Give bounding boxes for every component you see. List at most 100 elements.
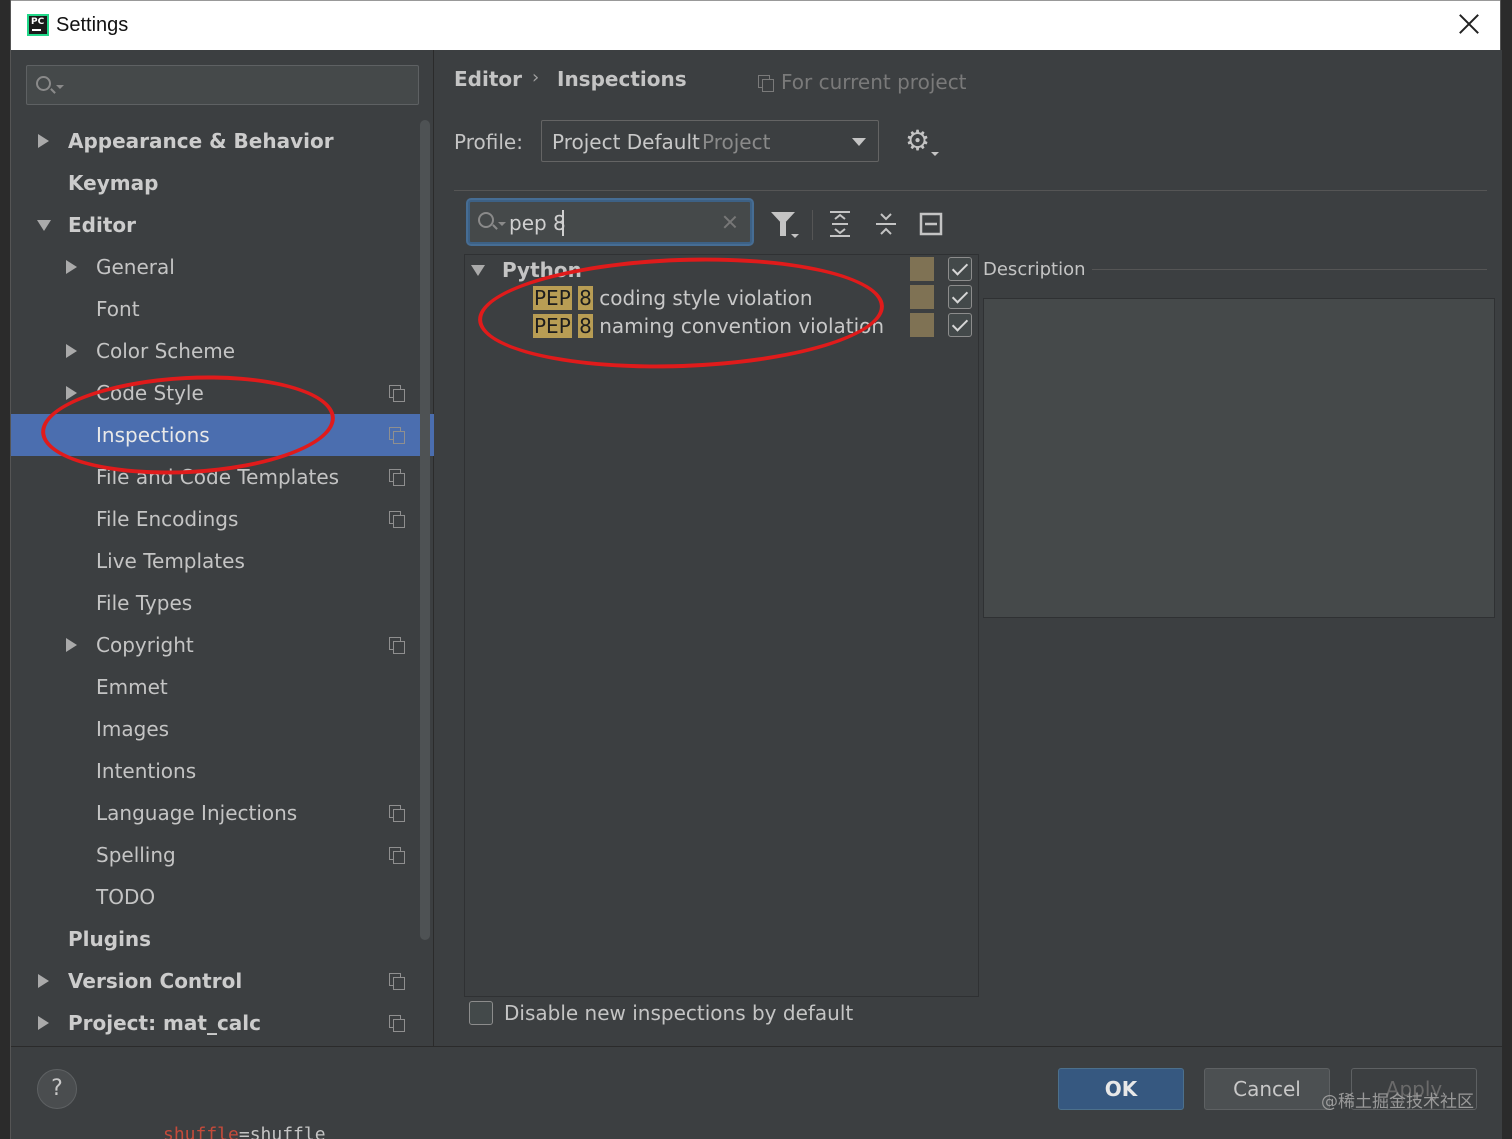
search-highlight: 8 bbox=[578, 286, 593, 310]
search-dropdown-icon[interactable] bbox=[56, 85, 64, 89]
sidebar-item-images[interactable]: Images bbox=[11, 708, 434, 750]
sidebar-item-label: File Types bbox=[96, 591, 193, 615]
sidebar-item-label: Language Injections bbox=[96, 801, 298, 825]
sidebar-item-version-control[interactable]: Version Control bbox=[11, 960, 434, 1002]
settings-search-input[interactable] bbox=[26, 65, 419, 105]
profile-scope: Project bbox=[702, 130, 771, 154]
sidebar-item-label: Plugins bbox=[68, 927, 152, 951]
sidebar-item-label: Font bbox=[96, 297, 140, 321]
breadcrumb-editor[interactable]: Editor bbox=[454, 67, 522, 91]
scope-hint: For current project bbox=[781, 70, 967, 94]
search-dropdown-icon[interactable] bbox=[498, 222, 506, 226]
inspection-item-naming-convention[interactable]: PEP 8 naming convention violation bbox=[533, 314, 884, 338]
sidebar-item-appearance[interactable]: Appearance & Behavior bbox=[11, 120, 434, 162]
search-icon bbox=[478, 212, 494, 228]
sidebar-item-editor[interactable]: Editor bbox=[11, 204, 434, 246]
sidebar-item-label: Live Templates bbox=[96, 549, 245, 573]
watermark: @稀土掘金技术社区 bbox=[1321, 1092, 1474, 1112]
sidebar-item-label: Keymap bbox=[68, 171, 159, 195]
project-scope-icon bbox=[389, 1015, 405, 1032]
sidebar-item-label: Color Scheme bbox=[96, 339, 236, 363]
sidebar-item-plugins[interactable]: Plugins bbox=[11, 918, 434, 960]
ok-button[interactable]: OK bbox=[1058, 1068, 1184, 1110]
inspection-tree: Python PEP 8 coding style violation PEP … bbox=[464, 254, 979, 997]
inspections-panel: Editor › Inspections For current project… bbox=[435, 50, 1502, 1046]
clear-search-icon[interactable] bbox=[722, 214, 738, 230]
close-icon[interactable] bbox=[1456, 11, 1482, 37]
project-scope-icon bbox=[389, 385, 405, 402]
sidebar-item-label: Version Control bbox=[68, 969, 243, 993]
disable-new-inspections-checkbox[interactable] bbox=[469, 1001, 493, 1025]
expand-arrow-icon[interactable] bbox=[38, 134, 49, 148]
expand-arrow-icon[interactable] bbox=[38, 974, 49, 988]
sidebar-item-live-templates[interactable]: Live Templates bbox=[11, 540, 434, 582]
inspection-search-input[interactable]: pep 8 bbox=[468, 200, 752, 244]
sidebar-item-label: Editor bbox=[68, 213, 136, 237]
sidebar-item-file-encodings[interactable]: File Encodings bbox=[11, 498, 434, 540]
description-panel bbox=[983, 298, 1495, 618]
settings-dialog: PC Settings Appearance & Behavior Keymap… bbox=[10, 0, 1502, 1139]
severity-indicator[interactable] bbox=[910, 285, 934, 309]
search-highlight: PEP bbox=[533, 314, 572, 338]
sidebar-item-general[interactable]: General bbox=[11, 246, 434, 288]
project-scope-icon bbox=[389, 805, 405, 822]
collapse-arrow-icon[interactable] bbox=[37, 220, 51, 231]
expand-arrow-icon[interactable] bbox=[66, 344, 77, 358]
expand-all-icon[interactable] bbox=[828, 210, 852, 238]
settings-sidebar: Appearance & Behavior Keymap Editor Gene… bbox=[11, 50, 434, 1046]
sidebar-scrollbar[interactable] bbox=[420, 120, 430, 940]
inspection-group-python[interactable]: Python bbox=[502, 258, 582, 282]
code-token: shuffle bbox=[163, 1124, 239, 1139]
expand-arrow-icon[interactable] bbox=[66, 638, 77, 652]
inspection-item-coding-style[interactable]: PEP 8 coding style violation bbox=[533, 286, 813, 310]
project-scope-icon bbox=[389, 427, 405, 444]
expand-arrow-icon[interactable] bbox=[66, 260, 77, 274]
profile-label: Profile: bbox=[454, 130, 523, 154]
sidebar-item-label: Appearance & Behavior bbox=[68, 129, 334, 153]
inspection-label: coding style violation bbox=[592, 286, 813, 310]
inspection-checkbox[interactable] bbox=[948, 313, 972, 337]
editor-code-peek: shuffle=shuffle bbox=[163, 1124, 326, 1139]
sidebar-item-label: Project: mat_calc bbox=[68, 1011, 262, 1035]
breadcrumb-current: Inspections bbox=[557, 67, 687, 91]
sidebar-item-language-injections[interactable]: Language Injections bbox=[11, 792, 434, 834]
group-checkbox[interactable] bbox=[948, 257, 972, 281]
sidebar-item-emmet[interactable]: Emmet bbox=[11, 666, 434, 708]
sidebar-item-label: Spelling bbox=[96, 843, 176, 867]
disable-new-inspections-label[interactable]: Disable new inspections by default bbox=[504, 1001, 853, 1025]
expand-arrow-icon[interactable] bbox=[38, 1016, 49, 1030]
sidebar-item-inspections[interactable]: Inspections bbox=[11, 414, 434, 456]
severity-indicator[interactable] bbox=[910, 313, 934, 337]
sidebar-item-project[interactable]: Project: mat_calc bbox=[11, 1002, 434, 1044]
sidebar-item-intentions[interactable]: Intentions bbox=[11, 750, 434, 792]
sidebar-item-label: Copyright bbox=[96, 633, 194, 657]
sidebar-item-todo[interactable]: TODO bbox=[11, 876, 434, 918]
collapse-all-icon[interactable] bbox=[874, 210, 898, 238]
cancel-button[interactable]: Cancel bbox=[1204, 1068, 1330, 1110]
inspection-checkbox[interactable] bbox=[948, 285, 972, 309]
help-button[interactable]: ? bbox=[37, 1069, 77, 1109]
project-scope-icon bbox=[389, 973, 405, 990]
sidebar-item-label: Code Style bbox=[96, 381, 204, 405]
code-token: =shuffle bbox=[238, 1124, 326, 1139]
reset-icon[interactable] bbox=[919, 210, 943, 238]
description-label: Description bbox=[983, 259, 1086, 280]
sidebar-item-font[interactable]: Font bbox=[11, 288, 434, 330]
expand-arrow-icon[interactable] bbox=[66, 386, 77, 400]
chevron-down-icon bbox=[852, 138, 866, 146]
sidebar-item-label: Emmet bbox=[96, 675, 168, 699]
severity-indicator[interactable] bbox=[910, 257, 934, 281]
sidebar-item-file-code-templates[interactable]: File and Code Templates bbox=[11, 456, 434, 498]
sidebar-item-copyright[interactable]: Copyright bbox=[11, 624, 434, 666]
sidebar-item-spelling[interactable]: Spelling bbox=[11, 834, 434, 876]
sidebar-item-keymap[interactable]: Keymap bbox=[11, 162, 434, 204]
sidebar-item-file-types[interactable]: File Types bbox=[11, 582, 434, 624]
profile-value: Project Default bbox=[552, 130, 700, 154]
profile-dropdown[interactable]: Project Default Project bbox=[541, 120, 879, 162]
sidebar-item-color-scheme[interactable]: Color Scheme bbox=[11, 330, 434, 372]
collapse-arrow-icon[interactable] bbox=[471, 265, 485, 276]
filter-dropdown-icon bbox=[791, 234, 799, 238]
sidebar-item-code-style[interactable]: Code Style bbox=[11, 372, 434, 414]
inspection-search-value: pep 8 bbox=[509, 211, 566, 235]
inspection-label: naming convention violation bbox=[592, 314, 885, 338]
